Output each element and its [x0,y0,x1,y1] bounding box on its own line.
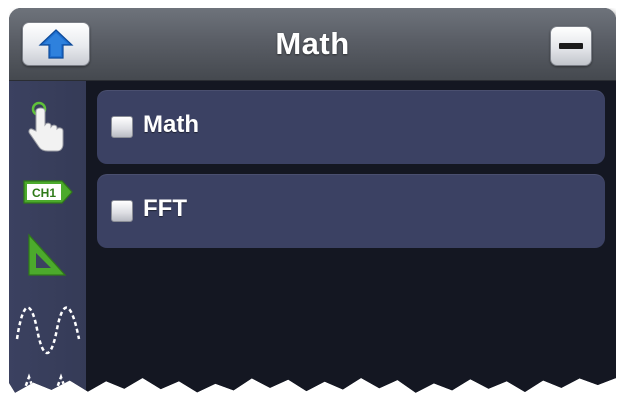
channel-badge-label: CH1 [32,186,56,200]
pulse-wave-icon[interactable] [19,371,79,401]
math-dialog: Math CH1 Math FFT [9,8,616,401]
triangle-ruler-icon[interactable] [25,233,67,277]
minus-icon [559,43,583,49]
math-checkbox[interactable] [111,116,133,138]
fft-option-label: FFT [143,195,187,222]
options-list: Math FFT [86,81,616,393]
page-title: Math [275,26,350,61]
title-bar: Math [9,8,616,81]
fft-checkbox[interactable] [111,200,133,222]
fft-option-row[interactable]: FFT [97,174,605,248]
channel-badge-icon[interactable]: CH1 [22,175,74,209]
math-option-row[interactable]: Math [97,90,605,164]
sidebar: CH1 [9,81,86,401]
sine-wave-icon[interactable] [15,299,81,359]
minimize-button[interactable] [550,26,592,66]
touch-hand-icon[interactable] [27,101,67,155]
math-option-label: Math [143,111,199,138]
